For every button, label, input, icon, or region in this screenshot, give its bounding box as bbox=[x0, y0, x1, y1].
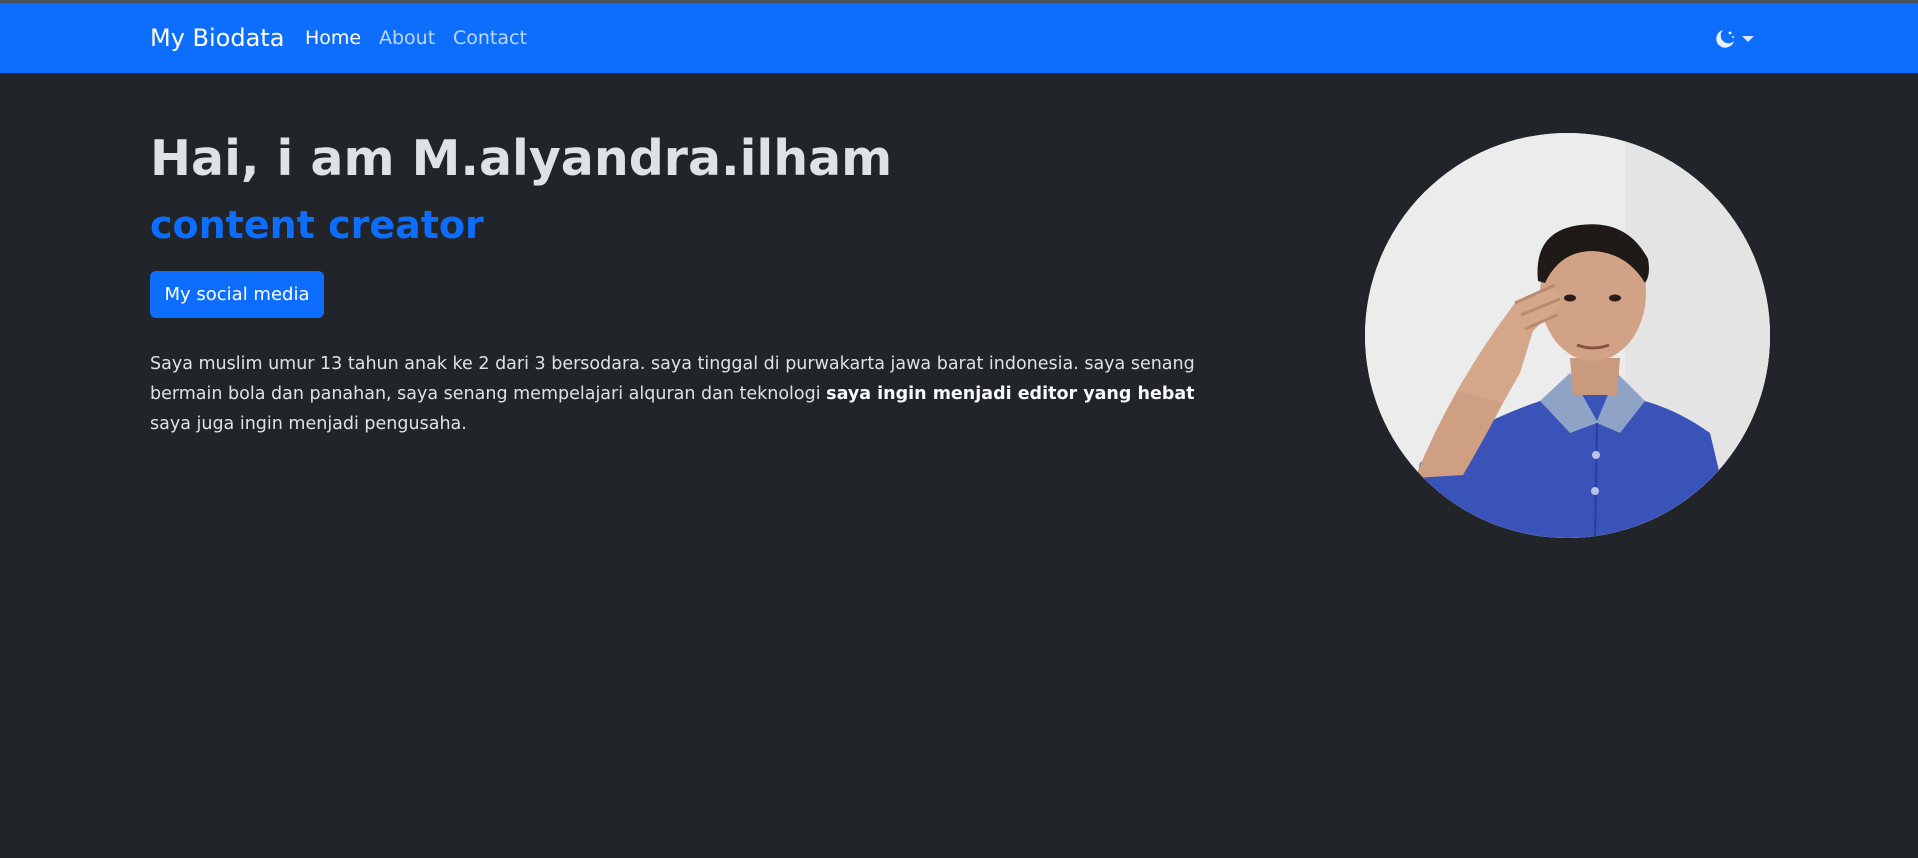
navbar: My Biodata Home About Contact bbox=[0, 3, 1918, 73]
profile-photo bbox=[1365, 133, 1770, 538]
navbar-brand[interactable]: My Biodata bbox=[150, 3, 284, 73]
social-media-button[interactable]: My social media bbox=[150, 271, 324, 318]
caret-down-icon bbox=[1742, 36, 1754, 42]
bio-emphasis: saya ingin menjadi editor yang hebat bbox=[826, 384, 1195, 404]
nav-link-about[interactable]: About bbox=[379, 3, 435, 73]
nav-link-home[interactable]: Home bbox=[305, 3, 361, 73]
moon-stars-icon bbox=[1714, 28, 1736, 50]
nav-link-contact[interactable]: Contact bbox=[453, 3, 527, 73]
bio-paragraph: Saya muslim umur 13 tahun anak ke 2 dari… bbox=[150, 349, 1230, 439]
bio-text-end: saya juga ingin menjadi pengusaha. bbox=[150, 414, 467, 434]
hero-subtitle: content creator bbox=[150, 203, 484, 247]
theme-toggle-dropdown[interactable] bbox=[1714, 25, 1764, 53]
hero-title: Hai, i am M.alyandra.ilham bbox=[150, 130, 893, 187]
